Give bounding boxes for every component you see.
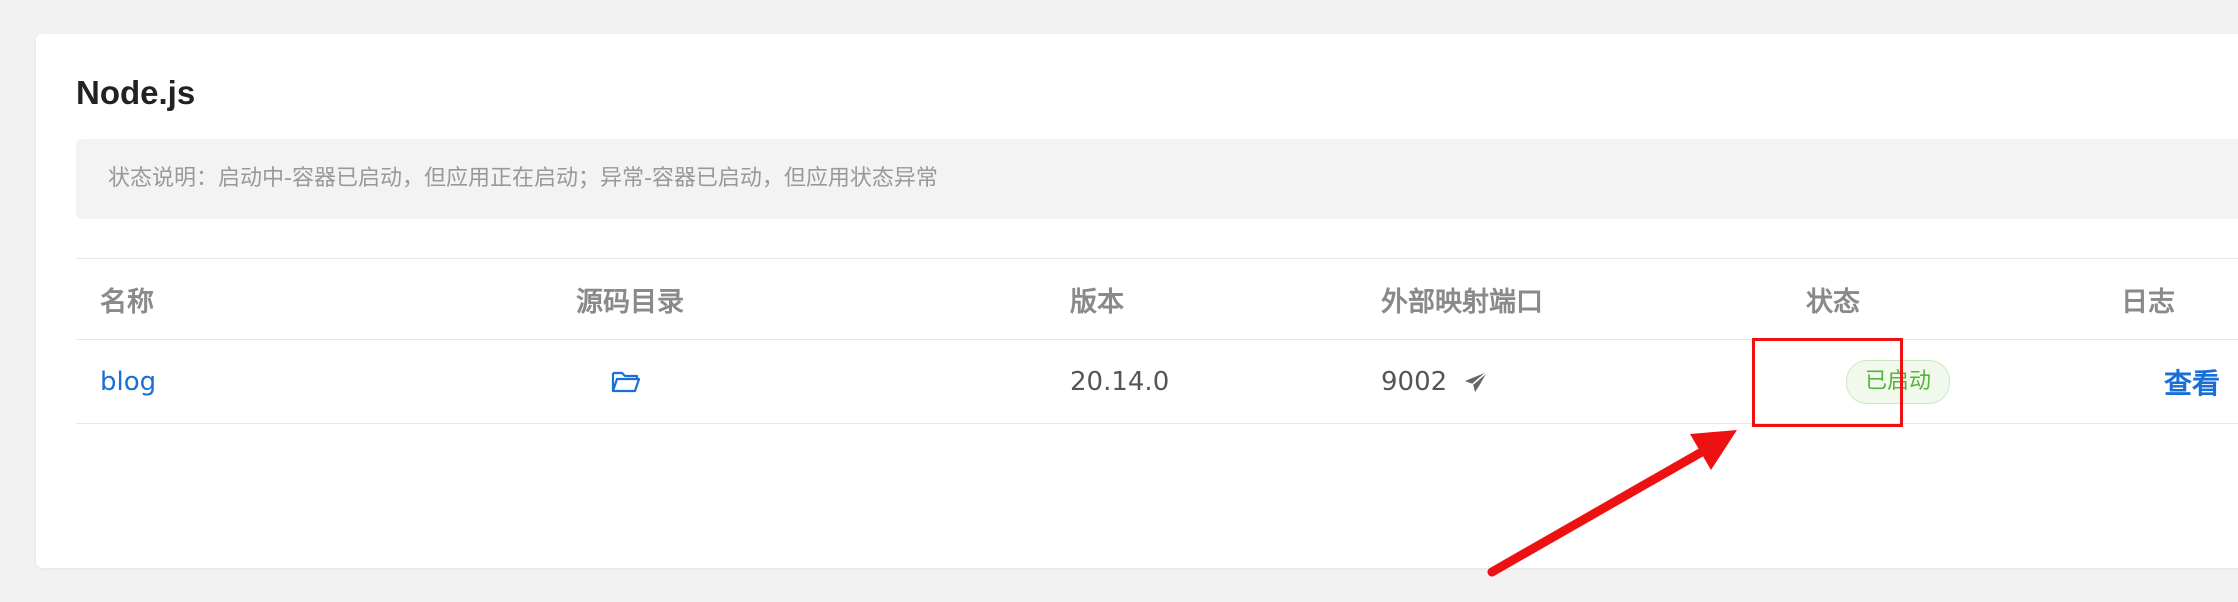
- app-name-link[interactable]: blog: [100, 367, 156, 397]
- status-notice: 状态说明：启动中-容器已启动，但应用正在启动；异常-容器已启动，但应用状态异常: [76, 139, 2238, 219]
- header-source-dir: 源码目录: [576, 286, 684, 318]
- header-port: 外部映射端口: [1381, 286, 1543, 318]
- app-table: 名称 源码目录 版本 外部映射端口 状态 日志 blog 20.14.0 900…: [76, 258, 2238, 424]
- nodejs-panel: Node.js 状态说明：启动中-容器已启动，但应用正在启动；异常-容器已启动，…: [36, 34, 2238, 568]
- header-log: 日志: [2121, 286, 2175, 318]
- panel-title: Node.js: [76, 74, 196, 111]
- app-version: 20.14.0: [1070, 366, 1170, 397]
- header-version: 版本: [1070, 286, 1124, 318]
- folder-open-icon[interactable]: [611, 369, 641, 395]
- header-name: 名称: [100, 286, 154, 318]
- view-log-link[interactable]: 查看: [2164, 362, 2220, 402]
- table-header: 名称 源码目录 版本 外部映射端口 状态 日志: [76, 258, 2238, 340]
- annotation-highlight-box: [1752, 338, 1903, 427]
- send-icon[interactable]: [1463, 370, 1489, 394]
- header-status: 状态: [1806, 286, 1860, 318]
- port-cell: 9002: [1381, 340, 1489, 423]
- table-row: blog 20.14.0 9002 已启动 查看: [76, 340, 2238, 424]
- port-value: 9002: [1381, 366, 1448, 397]
